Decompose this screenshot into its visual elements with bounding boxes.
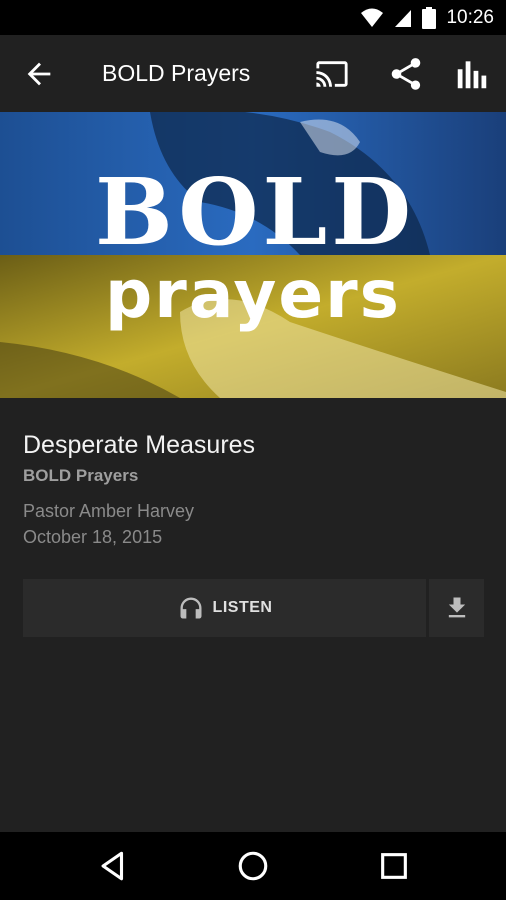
headphones-icon	[180, 597, 202, 619]
system-nav-bar	[0, 832, 506, 900]
status-bar: 10:26	[0, 0, 506, 35]
speaker-name: Pastor Amber Harvey	[23, 501, 195, 521]
episode-title: Desperate Measures	[23, 431, 256, 459]
nav-home-icon[interactable]	[236, 849, 270, 883]
series-artwork: BOLD prayers	[0, 112, 506, 398]
series-name: BOLD Prayers	[23, 466, 139, 485]
artwork-title-line2: prayers	[105, 256, 401, 333]
nav-back-icon[interactable]	[96, 849, 130, 883]
wifi-icon	[361, 8, 384, 27]
episode-date: October 18, 2015	[23, 527, 163, 547]
back-arrow-icon[interactable]	[22, 57, 56, 91]
download-button[interactable]	[429, 579, 484, 637]
status-icons: 10:26	[360, 0, 494, 35]
episode-actions: LISTEN	[23, 579, 484, 637]
listen-label: LISTEN	[212, 599, 273, 616]
episode-info: Desperate Measures BOLD Prayers Pastor A…	[23, 428, 483, 550]
status-time: 10:26	[446, 6, 494, 28]
page-title: BOLD Prayers	[102, 60, 251, 86]
download-icon	[448, 597, 465, 618]
app-bar: BOLD Prayers	[0, 35, 506, 112]
stats-icon[interactable]	[452, 55, 492, 93]
nav-recents-icon[interactable]	[377, 849, 411, 883]
artwork-title-line1: BOLD	[95, 158, 415, 266]
listen-button[interactable]: LISTEN	[23, 579, 426, 637]
signal-icon	[395, 9, 412, 27]
cast-icon[interactable]	[312, 57, 352, 91]
share-icon[interactable]	[386, 55, 426, 93]
battery-icon	[422, 6, 437, 29]
